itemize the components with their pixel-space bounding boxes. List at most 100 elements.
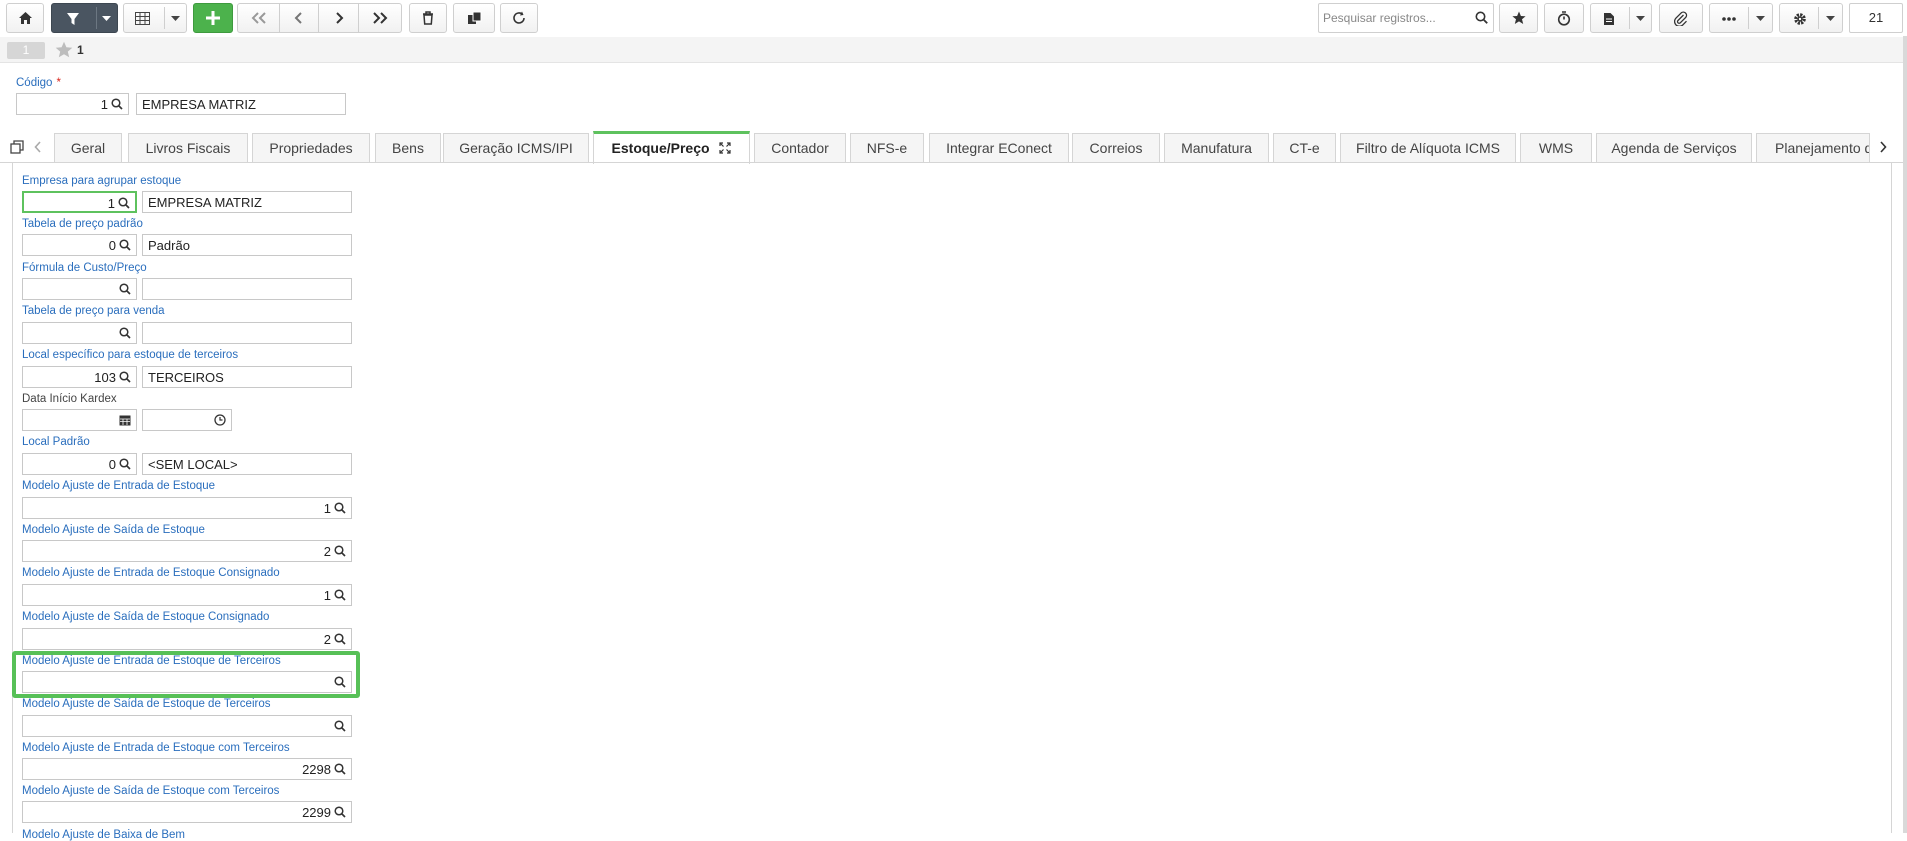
search-icon[interactable] xyxy=(119,239,131,251)
add-button[interactable] xyxy=(193,3,233,33)
data-inicio-kardex-time-field[interactable] xyxy=(142,409,232,431)
trash-icon xyxy=(423,11,433,25)
settings-button[interactable] xyxy=(1779,3,1843,33)
timer-button[interactable] xyxy=(1544,3,1584,33)
home-button[interactable] xyxy=(6,3,44,33)
stopwatch-icon xyxy=(1557,10,1571,26)
record-pill[interactable]: 1 xyxy=(7,42,45,59)
tab-planejamento[interactable]: Planejamento d xyxy=(1756,133,1870,163)
tab-geral[interactable]: Geral xyxy=(54,133,122,163)
empresa-agrupar-description: EMPRESA MATRIZ xyxy=(142,191,352,213)
ajuste-saida-consignado-field[interactable]: 2 xyxy=(22,628,352,650)
search-icon[interactable] xyxy=(334,806,346,818)
ajuste-saida-com-terceiros-field[interactable]: 2299 xyxy=(22,801,352,823)
star-icon[interactable] xyxy=(55,41,73,58)
search-icon[interactable] xyxy=(119,458,131,470)
clock-icon[interactable] xyxy=(214,414,226,426)
search-icon[interactable] xyxy=(334,763,346,775)
local-padrao-field[interactable]: 0 xyxy=(22,453,137,475)
tab-correios[interactable]: Correios xyxy=(1072,133,1160,163)
refresh-button[interactable] xyxy=(500,3,538,33)
copy-tabs-icon[interactable] xyxy=(10,140,25,155)
search-icon[interactable] xyxy=(119,283,131,295)
search-icon[interactable] xyxy=(334,676,346,688)
last-icon xyxy=(373,12,388,24)
ajuste-entrada-field[interactable]: 1 xyxy=(22,497,352,519)
next-record-button[interactable] xyxy=(318,3,359,33)
tabela-preco-padrao-field[interactable]: 0 xyxy=(22,234,137,256)
chevron-left-icon[interactable] xyxy=(34,141,42,153)
search-icon[interactable] xyxy=(118,197,130,209)
tab-cte[interactable]: CT-e xyxy=(1273,133,1336,163)
expand-icon[interactable] xyxy=(719,142,732,154)
search-icon[interactable] xyxy=(334,589,346,601)
tabela-preco-padrao-description: Padrão xyxy=(142,234,352,256)
last-record-button[interactable] xyxy=(358,3,402,33)
search-icon[interactable] xyxy=(334,633,346,645)
tab-bar: Geral Livros Fiscais Propriedades Bens G… xyxy=(0,131,1903,164)
ajuste-saida-label: Modelo Ajuste de Saída de Estoque xyxy=(22,524,205,536)
search-icon[interactable] xyxy=(119,327,131,339)
ajuste-entrada-com-terceiros-field[interactable]: 2298 xyxy=(22,758,352,780)
search-icon[interactable] xyxy=(334,502,346,514)
duplicate-button[interactable] xyxy=(453,3,495,33)
tab-contador[interactable]: Contador xyxy=(754,133,846,163)
search-icon[interactable] xyxy=(1475,11,1488,24)
ajuste-entrada-consignado-field[interactable]: 1 xyxy=(22,584,352,606)
right-scrollbar[interactable] xyxy=(1903,36,1907,833)
tabela-preco-venda-description xyxy=(142,322,352,344)
more-actions-button[interactable] xyxy=(1709,3,1773,33)
tab-geracao-icms-ipi[interactable]: Geração ICMS/IPI xyxy=(443,133,589,163)
data-inicio-kardex-date-field[interactable] xyxy=(22,409,137,431)
attachments-button[interactable] xyxy=(1659,3,1703,33)
tabela-preco-venda-field[interactable] xyxy=(22,322,137,344)
copy-icon xyxy=(467,11,481,24)
ajuste-entrada-de-terceiros-field[interactable] xyxy=(22,671,352,693)
chevron-down-icon xyxy=(171,16,180,21)
search-icon[interactable] xyxy=(334,720,346,732)
local-padrao-description: <SEM LOCAL> xyxy=(142,453,352,475)
report-dropdown-button[interactable] xyxy=(1590,3,1652,33)
calendar-icon[interactable] xyxy=(119,414,131,426)
local-terceiros-field[interactable]: 103 xyxy=(22,366,137,388)
tab-livros-fiscais[interactable]: Livros Fiscais xyxy=(128,133,248,163)
favorite-count: 1 xyxy=(77,43,84,57)
gear-icon xyxy=(1794,13,1806,25)
ajuste-saida-de-terceiros-field[interactable] xyxy=(22,715,352,737)
tab-filtro-aliquota-icms[interactable]: Filtro de Alíquota ICMS xyxy=(1340,133,1516,163)
tab-wms[interactable]: WMS xyxy=(1520,133,1592,163)
formula-custo-label: Fórmula de Custo/Preço xyxy=(22,262,147,274)
search-input[interactable] xyxy=(1323,5,1471,31)
search-icon[interactable] xyxy=(334,545,346,557)
formula-custo-description xyxy=(142,278,352,300)
filter-dropdown-button[interactable] xyxy=(51,3,118,33)
refresh-icon xyxy=(513,11,525,24)
ellipsis-icon xyxy=(1722,17,1736,21)
previous-record-button[interactable] xyxy=(279,3,319,33)
favorite-button[interactable] xyxy=(1499,3,1538,33)
ajuste-saida-field[interactable]: 2 xyxy=(22,540,352,562)
filter-icon xyxy=(67,13,79,25)
search-icon[interactable] xyxy=(111,98,123,110)
empresa-agrupar-field[interactable]: 1 xyxy=(22,191,137,213)
tab-nfse[interactable]: NFS-e xyxy=(850,133,924,163)
tab-propriedades[interactable]: Propriedades xyxy=(252,133,370,163)
search-field[interactable] xyxy=(1318,3,1494,33)
search-icon[interactable] xyxy=(119,371,131,383)
first-record-button[interactable] xyxy=(237,3,280,33)
tab-integrar-econect[interactable]: Integrar EConect xyxy=(929,133,1069,163)
ajuste-saida-consignado-label: Modelo Ajuste de Saída de Estoque Consig… xyxy=(22,611,270,623)
tab-agenda-servicos[interactable]: Agenda de Serviços xyxy=(1596,133,1752,163)
ajuste-entrada-de-terceiros-label: Modelo Ajuste de Entrada de Estoque de T… xyxy=(22,655,281,667)
chevron-right-icon[interactable] xyxy=(1879,141,1887,153)
tab-bens[interactable]: Bens xyxy=(375,133,441,163)
ajuste-saida-de-terceiros-label: Modelo Ajuste de Saída de Estoque de Ter… xyxy=(22,698,271,710)
tab-estoque-preco[interactable]: Estoque/Preço xyxy=(593,131,750,164)
grid-icon xyxy=(135,12,150,25)
formula-custo-field[interactable] xyxy=(22,278,137,300)
ajuste-saida-com-terceiros-label: Modelo Ajuste de Saída de Estoque com Te… xyxy=(22,785,280,797)
grid-view-button[interactable] xyxy=(123,3,187,33)
codigo-field[interactable]: 1 xyxy=(16,93,129,115)
delete-button[interactable] xyxy=(409,3,447,33)
tab-manufatura[interactable]: Manufatura xyxy=(1164,133,1269,163)
